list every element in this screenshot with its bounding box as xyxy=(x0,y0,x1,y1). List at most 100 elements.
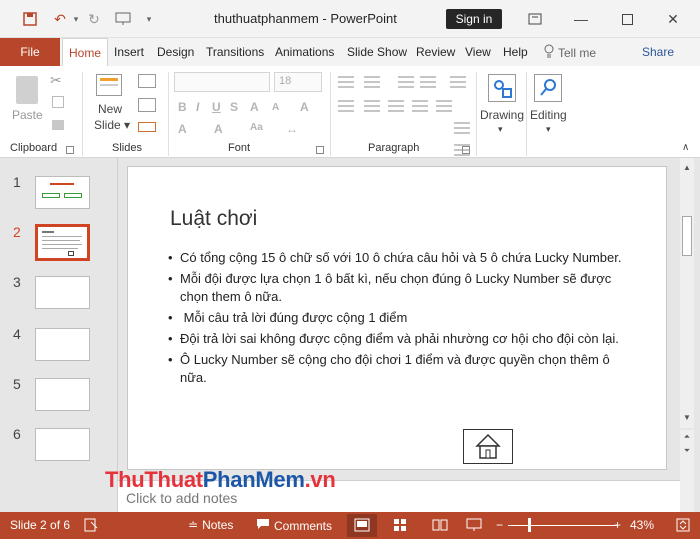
slide-sorter-icon[interactable] xyxy=(393,518,407,532)
collapse-ribbon-icon[interactable]: ∧ xyxy=(682,142,689,153)
zoom-out-icon[interactable]: − xyxy=(496,518,503,532)
clear-format-icon[interactable]: A xyxy=(300,100,309,114)
reset-icon[interactable] xyxy=(138,98,156,112)
align-center-icon[interactable] xyxy=(364,100,380,112)
font-color-icon[interactable]: A xyxy=(178,122,187,136)
fit-to-window-icon[interactable] xyxy=(676,518,690,532)
undo-icon[interactable]: ↶ xyxy=(50,9,70,29)
paste-button[interactable]: Paste xyxy=(10,70,44,126)
tab-transitions[interactable]: Transitions xyxy=(206,38,264,66)
tab-help[interactable]: Help xyxy=(503,38,528,66)
comment-icon xyxy=(256,518,270,533)
zoom-in-icon[interactable]: + xyxy=(614,518,621,532)
highlight-icon[interactable]: A xyxy=(214,122,223,136)
cut-icon[interactable]: ✂ xyxy=(50,72,62,89)
group-slides-label: Slides xyxy=(112,142,142,154)
tab-animations[interactable]: Animations xyxy=(275,38,334,66)
slide-thumbnail-4[interactable] xyxy=(35,328,90,361)
increase-font-icon[interactable]: A xyxy=(250,100,259,114)
section-icon[interactable] xyxy=(138,122,156,132)
font-name-combo[interactable] xyxy=(174,72,270,92)
normal-view-icon xyxy=(354,518,370,532)
notes-scrollbar[interactable]: ⏶ ⏷ xyxy=(680,430,694,512)
clipboard-launcher-icon[interactable] xyxy=(66,146,74,154)
zoom-slider-knob[interactable] xyxy=(528,518,531,532)
increase-indent-icon[interactable] xyxy=(420,76,436,88)
home-button[interactable] xyxy=(463,429,513,464)
slide-thumbnail-2[interactable] xyxy=(35,224,90,261)
notes-toggle-button[interactable]: ≐ Notes xyxy=(188,518,233,532)
thumb-number: 1 xyxy=(13,174,21,190)
format-painter-icon[interactable] xyxy=(52,120,64,130)
scroll-down-icon[interactable]: ▼ xyxy=(680,410,694,424)
bullet-item: Đội trả lời sai không được cộng điểm và … xyxy=(168,330,628,348)
minimize-icon[interactable]: — xyxy=(566,8,596,30)
tab-home[interactable]: Home xyxy=(62,38,109,66)
editing-button[interactable]: Editing ▾ xyxy=(528,70,572,140)
spellcheck-icon[interactable] xyxy=(84,518,98,532)
slide-thumbnail-3[interactable] xyxy=(35,276,90,309)
font-size-combo[interactable]: 18 xyxy=(274,72,322,92)
slideshow-icon[interactable] xyxy=(466,518,482,532)
columns-icon[interactable] xyxy=(436,100,452,112)
decrease-font-icon[interactable]: A xyxy=(272,102,279,113)
editor-scrollbar[interactable]: ▲ ▼ xyxy=(680,158,694,428)
presentation-icon[interactable] xyxy=(112,9,134,29)
slide-thumbnail-6[interactable] xyxy=(35,428,90,461)
tab-file[interactable]: File xyxy=(0,38,60,66)
slide-thumbnail-5[interactable] xyxy=(35,378,90,411)
comments-button[interactable]: Comments xyxy=(256,518,332,533)
paragraph-launcher-icon[interactable] xyxy=(462,146,470,154)
layout-icon[interactable] xyxy=(138,74,156,88)
copy-icon[interactable] xyxy=(52,96,64,108)
scroll-thumb[interactable] xyxy=(682,216,692,256)
tab-design[interactable]: Design xyxy=(157,38,194,66)
zoom-level[interactable]: 43% xyxy=(630,518,654,532)
tab-review[interactable]: Review xyxy=(416,38,455,66)
slide-thumbnail-1[interactable] xyxy=(35,176,90,209)
bullet-item: Có tổng cộng 15 ô chữ số với 10 ô chứa c… xyxy=(168,249,628,267)
tab-insert[interactable]: Insert xyxy=(114,38,144,66)
normal-view-button[interactable] xyxy=(347,514,377,537)
tab-slide-show[interactable]: Slide Show xyxy=(347,38,407,66)
char-spacing-icon[interactable]: ↔ xyxy=(286,122,298,136)
slide-bullets[interactable]: Có tổng cộng 15 ô chữ số với 10 ô chứa c… xyxy=(168,249,628,390)
customize-qat-icon[interactable]: ▾ xyxy=(142,9,156,29)
new-slide-button[interactable]: New Slide ▾ xyxy=(88,70,132,140)
ribbon-display-icon[interactable] xyxy=(520,8,550,30)
drawing-button[interactable]: Drawing ▾ xyxy=(480,70,526,140)
bullets-icon[interactable] xyxy=(338,76,354,88)
ribbon-home: Paste ✂ Clipboard New Slide ▾ Slides 18 … xyxy=(0,66,700,158)
maximize-icon[interactable] xyxy=(612,8,642,30)
reading-view-icon[interactable] xyxy=(432,518,448,532)
text-direction-icon[interactable] xyxy=(454,122,470,134)
slide-title[interactable]: Luật chơi xyxy=(170,207,257,231)
decrease-indent-icon[interactable] xyxy=(398,76,414,88)
prev-slide-icon[interactable]: ⏶ xyxy=(680,430,694,444)
slide-canvas[interactable]: Luật chơi Có tổng cộng 15 ô chữ số với 1… xyxy=(127,166,667,470)
underline-icon[interactable]: U xyxy=(212,100,221,114)
share-button[interactable]: Share xyxy=(642,45,674,59)
sign-in-button[interactable]: Sign in xyxy=(446,9,502,29)
tell-me-search[interactable]: Tell me xyxy=(544,44,596,61)
tab-view[interactable]: View xyxy=(465,38,491,66)
font-launcher-icon[interactable] xyxy=(316,146,324,154)
zoom-slider-track[interactable] xyxy=(508,525,618,526)
align-right-icon[interactable] xyxy=(388,100,404,112)
next-slide-icon[interactable]: ⏷ xyxy=(680,444,694,458)
group-clipboard-label: Clipboard xyxy=(10,142,58,154)
save-icon[interactable] xyxy=(20,9,40,29)
change-case-icon[interactable]: Aa xyxy=(250,122,263,133)
undo-dropdown-icon[interactable]: ▾ xyxy=(70,9,82,29)
close-icon[interactable]: ✕ xyxy=(658,8,688,30)
bold-icon[interactable]: B xyxy=(178,100,187,114)
justify-icon[interactable] xyxy=(412,100,428,112)
shadow-icon[interactable]: S xyxy=(230,100,238,114)
find-icon xyxy=(534,74,562,102)
redo-icon[interactable]: ↻ xyxy=(84,9,104,29)
line-spacing-icon[interactable] xyxy=(450,76,466,88)
numbering-icon[interactable] xyxy=(364,76,380,88)
scroll-up-icon[interactable]: ▲ xyxy=(680,160,694,174)
align-left-icon[interactable] xyxy=(338,100,354,112)
italic-icon[interactable]: I xyxy=(196,100,199,114)
